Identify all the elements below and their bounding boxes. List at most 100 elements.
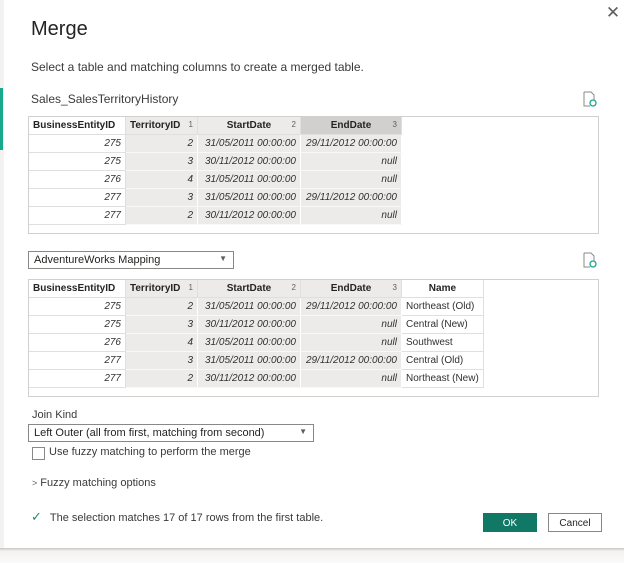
table-row[interactable]: 277 2 30/11/2012 00:00:00 null xyxy=(29,206,402,225)
key-order-badge: 2 xyxy=(291,283,296,292)
table-cell: 30/11/2012 00:00:00 xyxy=(197,152,301,171)
table-row[interactable]: 275 3 30/11/2012 00:00:00 null xyxy=(29,152,402,171)
dialog-bottom-edge xyxy=(0,548,624,563)
second-table-select-value: AdventureWorks Mapping xyxy=(34,254,161,266)
merge-dialog: ✕ Merge Select a table and matching colu… xyxy=(4,0,624,548)
table-row[interactable]: 276 4 31/05/2011 00:00:00 null xyxy=(29,170,402,189)
key-order-badge: 3 xyxy=(392,120,397,129)
table-cell: 3 xyxy=(125,188,198,207)
table-cell: 31/05/2011 00:00:00 xyxy=(197,170,301,189)
background-accent xyxy=(0,88,3,150)
table-cell: 277 xyxy=(29,369,126,388)
second-table-select[interactable]: AdventureWorks Mapping ▼ xyxy=(28,251,234,269)
table-cell: Southwest xyxy=(401,333,484,352)
table-cell: 275 xyxy=(29,134,126,153)
join-kind-select[interactable]: Left Outer (all from first, matching fro… xyxy=(28,424,314,442)
match-status-text: The selection matches 17 of 17 rows from… xyxy=(49,512,324,524)
table-cell: 31/05/2011 00:00:00 xyxy=(197,134,301,153)
table-cell: 31/05/2011 00:00:00 xyxy=(197,188,301,207)
column-header-businessentityid[interactable]: BusinessEntityID xyxy=(29,280,126,298)
column-header-startdate[interactable]: StartDate 2 xyxy=(197,117,301,135)
table-cell: 2 xyxy=(125,134,198,153)
table-cell: 31/05/2011 00:00:00 xyxy=(197,333,301,352)
table-cell: 30/11/2012 00:00:00 xyxy=(197,206,301,225)
table-cell: 2 xyxy=(125,369,198,388)
checkmark-icon: ✓ xyxy=(31,509,42,524)
table-row[interactable]: 275 3 30/11/2012 00:00:00 null Central (New) xyxy=(29,315,484,334)
table-cell: 277 xyxy=(29,351,126,370)
fuzzy-matching-options-toggle[interactable]: > Fuzzy matching options xyxy=(32,477,156,489)
table-cell: 30/11/2012 00:00:00 xyxy=(197,369,301,388)
table-cell: Central (New) xyxy=(401,315,484,334)
table-cell: 3 xyxy=(125,152,198,171)
column-header-name[interactable]: Name xyxy=(401,280,484,298)
ok-button[interactable]: OK xyxy=(483,513,537,532)
chevron-right-icon: > xyxy=(32,478,38,488)
chevron-down-icon: ▼ xyxy=(219,254,227,263)
table-cell: 29/11/2012 00:00:00 xyxy=(300,188,402,207)
table-row[interactable]: 276 4 31/05/2011 00:00:00 null Southwest xyxy=(29,333,484,352)
column-header-enddate[interactable]: EndDate 3 xyxy=(300,280,402,298)
column-header-startdate[interactable]: StartDate 2 xyxy=(197,280,301,298)
column-header-enddate[interactable]: EndDate 3 xyxy=(300,117,402,135)
table-cell: 31/05/2011 00:00:00 xyxy=(197,297,301,316)
table-cell: 29/11/2012 00:00:00 xyxy=(300,351,402,370)
table-cell: Central (Old) xyxy=(401,351,484,370)
fuzzy-options-label: Fuzzy matching options xyxy=(40,477,156,489)
table-cell: 275 xyxy=(29,297,126,316)
table-row[interactable]: 277 3 31/05/2011 00:00:00 29/11/2012 00:00:… xyxy=(29,351,484,370)
match-status: ✓ The selection matches 17 of 17 rows fro… xyxy=(31,509,323,525)
dialog-title: Merge xyxy=(31,18,88,40)
chevron-down-icon: ▼ xyxy=(299,427,307,436)
table-cell: Northeast (Old) xyxy=(401,297,484,316)
second-table-grid: BusinessEntityID TerritoryID 1 StartDate 2… xyxy=(29,280,484,388)
table-cell: 30/11/2012 00:00:00 xyxy=(197,315,301,334)
table-cell: null xyxy=(300,170,402,189)
table-row[interactable]: 275 2 31/05/2011 00:00:00 29/11/2012 00:00:… xyxy=(29,297,484,316)
fuzzy-matching-checkbox[interactable] xyxy=(32,447,45,460)
key-order-badge: 1 xyxy=(188,283,193,292)
cancel-button[interactable]: Cancel xyxy=(548,513,602,532)
column-header-territoryid[interactable]: TerritoryID 1 xyxy=(125,117,198,135)
first-table-name: Sales_SalesTerritoryHistory xyxy=(31,92,179,106)
first-table-preview: BusinessEntityID TerritoryID 1 StartDate 2… xyxy=(28,116,599,234)
table-row[interactable]: 277 2 30/11/2012 00:00:00 null Northeast (Ne… xyxy=(29,369,484,388)
table-cell: 275 xyxy=(29,315,126,334)
dialog-subtitle: Select a table and matching columns to c… xyxy=(31,60,364,74)
table-cell: null xyxy=(300,315,402,334)
table-cell: 29/11/2012 00:00:00 xyxy=(300,297,402,316)
table-cell: null xyxy=(300,152,402,171)
table-cell: null xyxy=(300,333,402,352)
table-cell: null xyxy=(300,369,402,388)
table-cell: 3 xyxy=(125,315,198,334)
table-cell: 4 xyxy=(125,333,198,352)
table-row[interactable]: 277 3 31/05/2011 00:00:00 29/11/2012 00:00:… xyxy=(29,188,402,207)
table-cell: 275 xyxy=(29,152,126,171)
column-header-territoryid[interactable]: TerritoryID 1 xyxy=(125,280,198,298)
key-order-badge: 1 xyxy=(188,120,193,129)
second-table-preview: BusinessEntityID TerritoryID 1 StartDate 2… xyxy=(28,279,599,397)
refresh-preview-icon[interactable] xyxy=(583,252,597,268)
table-cell: 276 xyxy=(29,170,126,189)
join-kind-label: Join Kind xyxy=(32,409,78,421)
table-cell: 277 xyxy=(29,206,126,225)
fuzzy-matching-label: Use fuzzy matching to perform the merge xyxy=(49,446,251,458)
column-header-businessentityid[interactable]: BusinessEntityID xyxy=(29,117,126,135)
table-row[interactable]: 275 2 31/05/2011 00:00:00 29/11/2012 00:00:… xyxy=(29,134,402,153)
join-kind-value: Left Outer (all from first, matching fro… xyxy=(34,427,265,439)
close-button[interactable]: ✕ xyxy=(604,4,622,22)
table-cell: 4 xyxy=(125,170,198,189)
table-cell: 29/11/2012 00:00:00 xyxy=(300,134,402,153)
table-cell: 31/05/2011 00:00:00 xyxy=(197,351,301,370)
table-cell: null xyxy=(300,206,402,225)
table-cell: 2 xyxy=(125,297,198,316)
table-cell: Northeast (New) xyxy=(401,369,484,388)
table-cell: 2 xyxy=(125,206,198,225)
close-icon: ✕ xyxy=(605,3,621,22)
first-table-grid: BusinessEntityID TerritoryID 1 StartDate 2… xyxy=(29,117,402,225)
key-order-badge: 3 xyxy=(392,283,397,292)
key-order-badge: 2 xyxy=(291,120,296,129)
table-cell: 3 xyxy=(125,351,198,370)
refresh-preview-icon[interactable] xyxy=(583,91,597,107)
table-cell: 277 xyxy=(29,188,126,207)
